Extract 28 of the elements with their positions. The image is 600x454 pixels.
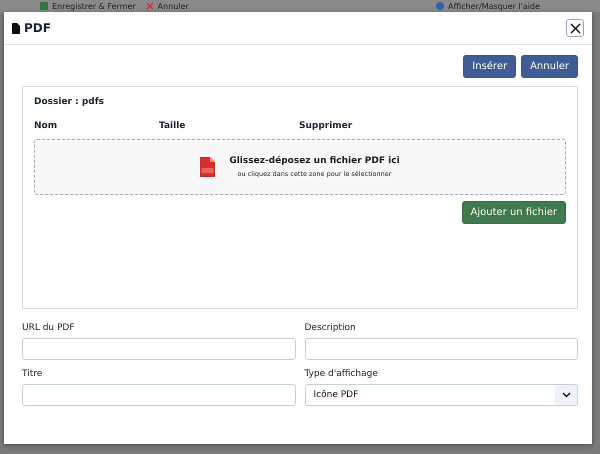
help-icon [436, 2, 444, 10]
insert-button[interactable]: Insérer [463, 55, 516, 78]
select-field[interactable]: Icône PDF [304, 384, 578, 406]
close-icon [146, 2, 154, 10]
field-label: URL du PDF [22, 323, 76, 333]
add-file-button[interactable]: Ajouter un fichier [462, 201, 566, 224]
save-icon [40, 2, 48, 10]
field-label: Description [304, 323, 357, 333]
field-label: Titre [22, 369, 44, 379]
column-header: Supprimer [299, 121, 354, 131]
cancel-button[interactable]: Annuler [521, 55, 578, 78]
column-header: Taille [159, 121, 186, 131]
toolbar-button[interactable]: Afficher/Masquer l'aide [436, 2, 540, 10]
column-header: Nom [34, 121, 58, 131]
file-icon [12, 22, 20, 34]
input-field[interactable] [22, 384, 296, 406]
drop-zone-title: Glissez-déposez un fichier PDF ici [229, 156, 400, 166]
toolbar-button[interactable]: Enregistrer & Fermer [40, 2, 136, 10]
pdf-file-icon [200, 157, 216, 177]
close-icon [570, 22, 580, 34]
toolbar-button[interactable]: Annuler [146, 2, 189, 10]
folder-label: Dossier : pdfs [34, 97, 106, 107]
chevron-down-icon [562, 392, 570, 398]
input-field[interactable] [22, 338, 296, 360]
dialog-title: PDF [24, 21, 51, 35]
close-button[interactable] [566, 19, 584, 37]
field-label: Type d'affichage [304, 369, 379, 379]
input-field[interactable] [304, 338, 578, 360]
